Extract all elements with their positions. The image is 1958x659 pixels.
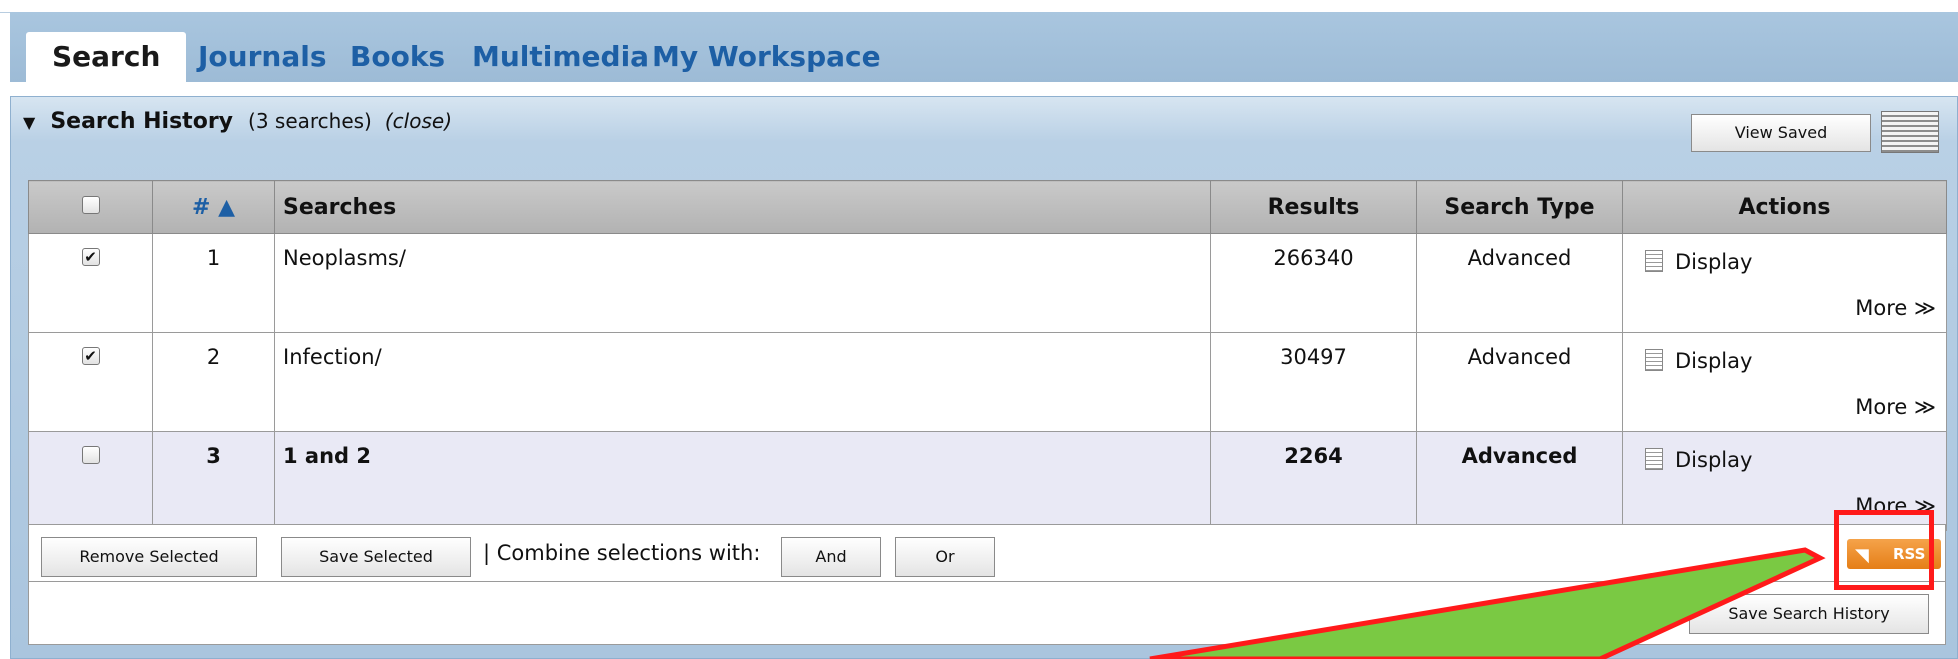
- row-checkbox[interactable]: ✔: [81, 248, 100, 266]
- combine-and-button[interactable]: And: [781, 537, 881, 577]
- rss-feed-icon: ◥: [1855, 545, 1869, 566]
- table-row: ✔ 1 Neoplasms/ 266340 Advanced Display M…: [28, 233, 1947, 333]
- row-actions: Display More ≫: [1622, 332, 1947, 432]
- list-view-icon[interactable]: [1881, 111, 1939, 153]
- row-results-text: 30497: [1280, 345, 1347, 369]
- tab-search[interactable]: Search: [26, 32, 187, 82]
- row-number: 3: [152, 431, 275, 531]
- results-header: Results: [1210, 180, 1417, 234]
- search-count: (3 searches): [248, 109, 372, 133]
- row-select-cell: ✔: [28, 233, 153, 333]
- row-number-text: 3: [206, 444, 221, 468]
- row-actions: Display More ≫: [1622, 431, 1947, 531]
- row-select-cell: [28, 431, 153, 531]
- display-label: Display: [1675, 448, 1753, 472]
- row-search-type-text: Advanced: [1467, 345, 1572, 369]
- row-number-text: 2: [206, 345, 221, 369]
- row-results-text: 266340: [1273, 246, 1354, 270]
- table-header-row: # ▲ Searches Results Search Type Actions: [28, 180, 1947, 234]
- actions-header: Actions: [1622, 180, 1947, 234]
- display-action[interactable]: Display: [1645, 448, 1752, 472]
- display-icon: [1645, 250, 1663, 272]
- combine-label: | Combine selections with:: [483, 541, 761, 565]
- row-checkbox[interactable]: [81, 446, 100, 464]
- search-history-table: # ▲ Searches Results Search Type Actions…: [28, 180, 1947, 531]
- row-search-type: Advanced: [1416, 431, 1623, 531]
- row-query-text: Neoplasms/: [283, 246, 406, 270]
- row-search-type: Advanced: [1416, 332, 1623, 432]
- row-results: 2264: [1210, 431, 1417, 531]
- display-label: Display: [1675, 250, 1753, 274]
- row-search-type: Advanced: [1416, 233, 1623, 333]
- row-checkbox[interactable]: ✔: [81, 347, 100, 365]
- view-saved-button[interactable]: View Saved: [1691, 114, 1871, 152]
- history-actions-bar: Remove Selected Save Selected | Combine …: [28, 524, 1946, 582]
- select-all-header: [28, 180, 153, 234]
- save-history-bar: Save Search History: [28, 582, 1946, 645]
- tab-my-workspace[interactable]: My Workspace: [626, 32, 907, 82]
- search-history-label: Search History: [50, 109, 234, 134]
- rss-label: RSS: [1893, 545, 1926, 563]
- row-results-text: 2264: [1284, 444, 1343, 468]
- row-select-cell: ✔: [28, 332, 153, 432]
- more-link[interactable]: More ≫: [1855, 296, 1936, 320]
- row-query-text: 1 and 2: [283, 444, 371, 468]
- row-number: 1: [152, 233, 275, 333]
- num-sort-header[interactable]: # ▲: [152, 180, 275, 234]
- display-icon: [1645, 349, 1663, 371]
- close-history-link[interactable]: (close): [385, 109, 452, 133]
- select-all-checkbox[interactable]: [81, 195, 100, 214]
- main-tab-bar: Search Journals Books Multimedia My Work…: [10, 12, 1958, 82]
- row-search-type-text: Advanced: [1461, 444, 1578, 468]
- row-results: 266340: [1210, 233, 1417, 333]
- search-type-header: Search Type: [1416, 180, 1623, 234]
- display-label: Display: [1675, 349, 1753, 373]
- row-results: 30497: [1210, 332, 1417, 432]
- table-row: 3 1 and 2 2264 Advanced Display More ≫: [28, 431, 1947, 531]
- row-number: 2: [152, 332, 275, 432]
- combine-or-button[interactable]: Or: [895, 537, 995, 577]
- search-history-title[interactable]: ▼ Search History (3 searches) (close): [23, 109, 452, 134]
- more-link[interactable]: More ≫: [1855, 494, 1936, 518]
- more-link[interactable]: More ≫: [1855, 395, 1936, 419]
- display-icon: [1645, 448, 1663, 470]
- display-action[interactable]: Display: [1645, 250, 1752, 274]
- row-number-text: 1: [206, 246, 221, 270]
- remove-selected-button[interactable]: Remove Selected: [41, 537, 257, 577]
- row-query: 1 and 2: [274, 431, 1211, 531]
- search-history-header: ▼ Search History (3 searches) (close) Vi…: [11, 97, 1957, 153]
- save-search-history-button[interactable]: Save Search History: [1689, 594, 1929, 634]
- searches-header: Searches: [274, 180, 1211, 234]
- save-selected-button[interactable]: Save Selected: [281, 537, 471, 577]
- row-actions: Display More ≫: [1622, 233, 1947, 333]
- row-query: Infection/: [274, 332, 1211, 432]
- row-query: Neoplasms/: [274, 233, 1211, 333]
- collapse-caret-icon[interactable]: ▼: [23, 113, 35, 132]
- row-search-type-text: Advanced: [1467, 246, 1572, 270]
- table-row: ✔ 2 Infection/ 30497 Advanced Display Mo…: [28, 332, 1947, 432]
- rss-button[interactable]: ◥ RSS: [1847, 539, 1941, 569]
- display-action[interactable]: Display: [1645, 349, 1752, 373]
- row-query-text: Infection/: [283, 345, 382, 369]
